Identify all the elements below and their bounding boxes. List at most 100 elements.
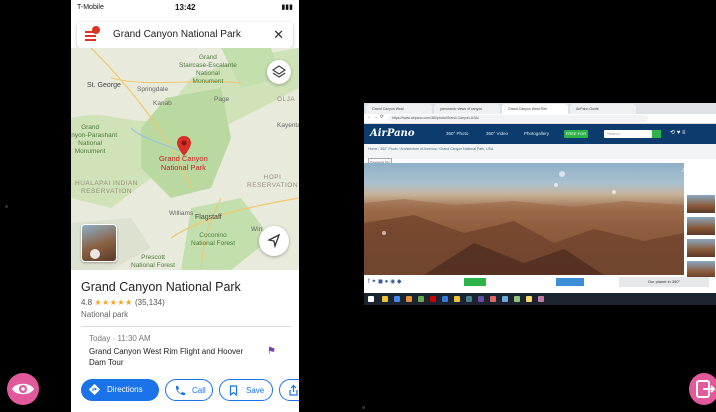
breadcrumb[interactable]: Home / 360° Photo / Architecture of Amer… <box>368 147 493 151</box>
taskbar-app-icon[interactable] <box>478 296 484 302</box>
save-button[interactable]: Save <box>219 379 273 401</box>
taskbar-app-icon[interactable] <box>538 296 544 302</box>
event-title[interactable]: Grand Canyon West Rim Flight and Hoover … <box>89 346 255 368</box>
browser-tab[interactable]: Grand Canyon West <box>366 104 432 114</box>
site-search-input[interactable]: Search <box>604 130 652 138</box>
directions-icon <box>88 383 101 396</box>
map-label-flagstaff: Flagstaff <box>195 214 222 221</box>
site-icons[interactable]: ⟲ ♥ ≡ <box>670 129 685 136</box>
free-button[interactable]: FREE FOR <box>564 130 588 138</box>
location-pin-icon[interactable] <box>177 136 191 156</box>
taskbar-app-icon[interactable] <box>454 296 460 302</box>
place-type: National park <box>81 310 129 319</box>
taskbar-app-icon[interactable] <box>406 296 412 302</box>
taskbar-app-icon[interactable] <box>514 296 520 302</box>
shared-screen: Grand Canyon West panoramic views of can… <box>364 103 716 305</box>
search-input[interactable]: Grand Canyon National Park <box>113 29 241 40</box>
side-handle[interactable] <box>5 205 8 208</box>
taskbar-app-icon[interactable] <box>394 296 400 302</box>
star-rating: ★★★★★ <box>94 298 133 307</box>
map-label-springdale: Springdale <box>137 86 169 93</box>
share-bar: f ✦ ◼ ● ◉ ◆ Our planet in 360° <box>364 277 716 289</box>
map-label-kayenta: Kayenta <box>277 122 299 129</box>
phone-screen: T-Mobile 13:42 ▮▮▮ Grand Canyon National… <box>71 0 299 412</box>
browser-tab[interactable]: Grand Canyon West Rim <box>502 104 568 114</box>
map-label-prescott: Prescott National Forest <box>131 254 176 269</box>
map-label-page: Page <box>214 96 230 103</box>
site-search-button[interactable] <box>652 130 661 138</box>
menu-icon[interactable] <box>85 26 100 42</box>
rating-row: 4.8 ★★★★★ (35,134) <box>81 298 165 307</box>
taskbar-app-icon[interactable] <box>418 296 424 302</box>
layers-icon <box>271 65 287 78</box>
pano-watermark: AirPano <box>682 167 706 174</box>
social-icons[interactable]: f ✦ ◼ ● ◉ ◆ <box>368 278 401 285</box>
taskbar-app-icon[interactable] <box>526 296 532 302</box>
back-icon[interactable]: ← → ⟳ <box>367 114 384 120</box>
call-label: Call <box>192 386 206 395</box>
canyon-panorama <box>364 171 684 275</box>
directions-label: Directions <box>107 385 143 394</box>
exit-button[interactable] <box>689 373 716 405</box>
bookmark-icon <box>229 385 238 397</box>
review-count[interactable]: (35,134) <box>135 298 165 307</box>
save-label: Save <box>246 386 265 395</box>
site-nav-item[interactable]: Photogallery <box>524 131 549 136</box>
taskbar-app-icon[interactable] <box>490 296 496 302</box>
layers-button[interactable] <box>267 60 291 84</box>
map-label-gcnp: Grand Canyon National Park <box>159 154 208 172</box>
navigation-arrow-icon <box>267 233 281 249</box>
map-label-coconino: Coconino National Forest <box>191 232 236 247</box>
navigate-button[interactable] <box>259 226 289 256</box>
taskbar-app-icon[interactable] <box>430 296 436 302</box>
windows-taskbar <box>364 293 716 305</box>
site-header: AirPano 360° Photo 360° Video Photogalle… <box>364 124 716 144</box>
map-label-staircase: Grand Staircase-Escalante National Monum… <box>179 54 237 85</box>
search-bar[interactable]: Grand Canyon National Park ✕ <box>77 22 293 48</box>
panorama-viewer[interactable] <box>364 163 684 275</box>
map-label-hopi: HOPI RESERVATION <box>247 174 299 189</box>
breadcrumb-bar: Home / 360° Photo / Architecture of Amer… <box>364 144 716 159</box>
map-view[interactable]: Grand Staircase-Escalante National Monum… <box>71 48 299 270</box>
planet-banner[interactable]: Our planet in 360° <box>619 277 709 287</box>
browser-tab[interactable]: panoramic views of canyon <box>434 104 500 114</box>
taskbar-app-icon[interactable] <box>442 296 448 302</box>
start-icon[interactable] <box>368 296 374 302</box>
place-photo-thumbnail[interactable] <box>81 224 117 262</box>
place-title: Grand Canyon National Park <box>81 280 241 294</box>
site-nav-item[interactable]: 360° Photo <box>446 131 468 136</box>
carrier-label: T-Mobile <box>77 4 104 11</box>
bottom-handle[interactable] <box>362 406 365 409</box>
close-icon[interactable]: ✕ <box>273 27 284 43</box>
browser-tab[interactable]: AirPano Guide <box>570 104 636 114</box>
call-button[interactable]: Call <box>165 379 213 401</box>
battery-icon: ▮▮▮ <box>281 4 293 11</box>
event-time: Today · 11:30 AM <box>89 334 151 343</box>
phone-icon <box>175 386 185 396</box>
rating-value: 4.8 <box>81 298 93 307</box>
share-button[interactable] <box>279 379 299 401</box>
directions-button[interactable]: Directions <box>81 379 159 401</box>
map-label-williams: Williams <box>169 210 194 217</box>
browser-tab-strip: Grand Canyon West panoramic views of can… <box>364 103 716 114</box>
clock: 13:42 <box>175 3 196 12</box>
taskbar-app-icon[interactable] <box>382 296 388 302</box>
taskbar-app-icon[interactable] <box>502 296 508 302</box>
map-label-kanab: Kanab <box>153 100 172 107</box>
green-button[interactable] <box>464 278 486 286</box>
site-nav-item[interactable]: 360° Video <box>486 131 508 136</box>
map-label-st-george: St. George <box>87 82 121 89</box>
blue-button[interactable] <box>556 278 584 286</box>
map-label-parashant: Grand Canyon-Parashant National Monument <box>71 124 118 155</box>
eye-button[interactable] <box>7 373 39 405</box>
panorama-thumbnail[interactable] <box>686 216 716 236</box>
taskbar-app-icon[interactable] <box>466 296 472 302</box>
place-card[interactable]: Grand Canyon National Park 4.8 ★★★★★ (35… <box>71 270 299 412</box>
site-logo[interactable]: AirPano <box>370 128 415 139</box>
exit-icon <box>696 380 716 398</box>
eye-icon <box>12 383 34 395</box>
url-field[interactable]: https://www.airpano.com/360photo/Grand-C… <box>388 115 648 122</box>
panorama-thumbnail[interactable] <box>686 194 716 214</box>
panorama-thumbnail[interactable] <box>686 238 716 258</box>
divider <box>81 326 291 327</box>
